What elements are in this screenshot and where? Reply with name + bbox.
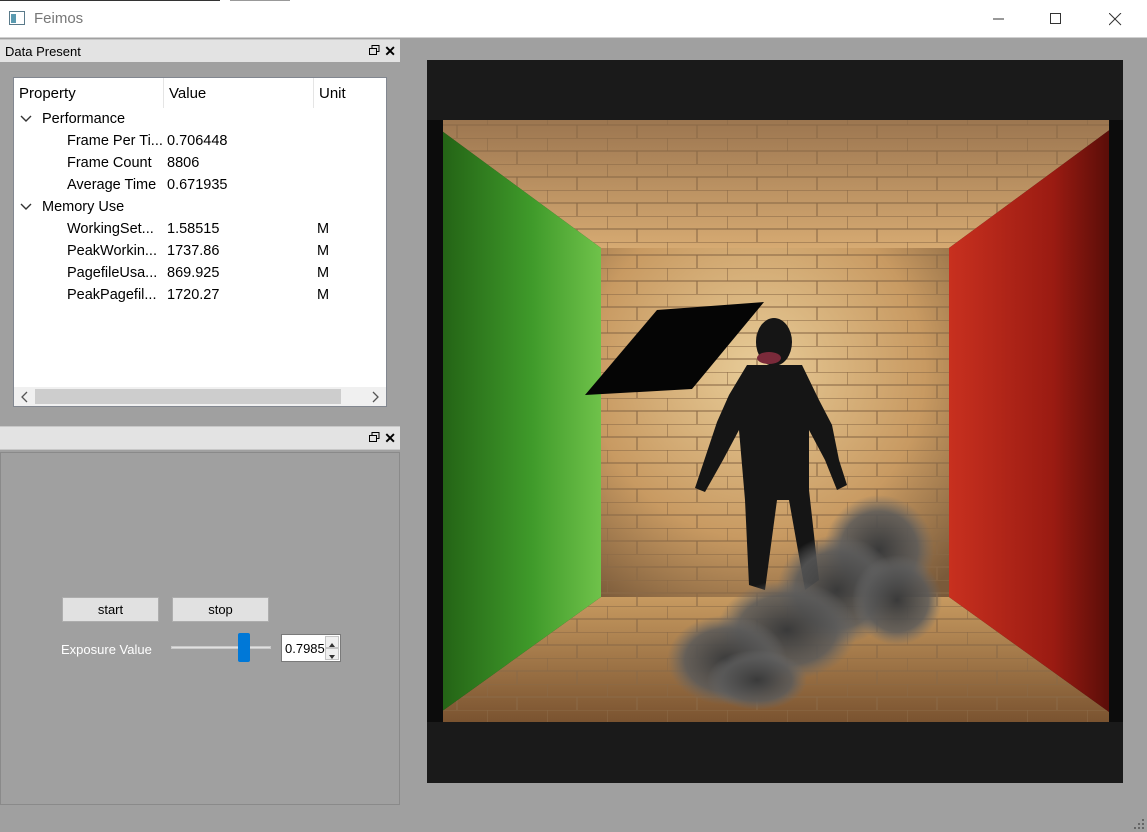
table-row[interactable]: Frame Count 8806 <box>14 153 386 175</box>
value-cell: 8806 <box>167 155 200 171</box>
property-cell: PeakPagefil... <box>67 287 157 303</box>
stop-button[interactable]: stop <box>172 597 269 622</box>
scrollbar-thumb[interactable] <box>35 389 341 404</box>
slider-track[interactable] <box>171 646 271 649</box>
column-header-value[interactable]: Value <box>169 85 206 102</box>
start-button[interactable]: start <box>62 597 159 622</box>
property-cell: Average Time <box>67 177 157 193</box>
control-panel-body: start stop Exposure Value 0.7985 <box>0 452 400 805</box>
slider-handle[interactable] <box>238 633 250 662</box>
data-panel-title-bar[interactable]: Data Present ✕ <box>0 39 400 63</box>
property-cell: Frame Count <box>67 155 152 171</box>
minimize-button[interactable] <box>970 0 1028 38</box>
tree-group-performance[interactable]: Performance <box>14 109 386 131</box>
horizontal-scrollbar[interactable] <box>14 387 386 406</box>
unit-cell: M <box>317 221 330 237</box>
property-tree[interactable]: Property Value Unit Performance Frame Pe… <box>13 77 387 407</box>
close-button[interactable] <box>1086 0 1144 38</box>
data-panel-body: Property Value Unit Performance Frame Pe… <box>0 62 400 420</box>
value-cell: 869.925 <box>167 265 220 281</box>
column-separator[interactable] <box>313 78 314 108</box>
data-panel-close-icon[interactable]: ✕ <box>384 43 396 59</box>
close-icon <box>1108 12 1121 25</box>
property-cell: PagefileUsa... <box>67 265 158 281</box>
exposure-value[interactable]: 0.7985 <box>285 641 325 656</box>
scroll-right-icon[interactable] <box>368 390 382 404</box>
value-cell: 1.58515 <box>167 221 220 237</box>
property-cell: PeakWorkin... <box>67 243 157 259</box>
title-bar-edge-2 <box>230 0 290 1</box>
table-row[interactable]: WorkingSet... 1.58515 M <box>14 219 386 241</box>
control-panel-title-bar[interactable]: ✕ <box>0 426 400 450</box>
table-row[interactable]: Frame Per Ti... 0.706448 <box>14 131 386 153</box>
tree-group-memory-use[interactable]: Memory Use <box>14 197 386 219</box>
table-row[interactable]: PeakPagefil... 1720.27 M <box>14 285 386 307</box>
minimize-icon <box>993 18 1004 20</box>
chevron-down-icon[interactable] <box>20 114 32 124</box>
title-bar-edge <box>0 0 220 1</box>
float-icon[interactable] <box>369 432 380 443</box>
chevron-down-icon[interactable] <box>20 202 32 212</box>
value-cell: 0.706448 <box>167 133 228 149</box>
rendered-scene-image <box>427 60 1123 783</box>
window-app-icon <box>9 11 25 25</box>
maximize-icon <box>1050 13 1061 24</box>
scroll-left-icon[interactable] <box>18 390 32 404</box>
property-cell: WorkingSet... <box>67 221 154 237</box>
render-viewport[interactable] <box>427 60 1123 783</box>
maximize-button[interactable] <box>1027 0 1085 38</box>
exposure-slider[interactable] <box>171 633 271 663</box>
column-header-unit[interactable]: Unit <box>319 85 346 102</box>
window-title: Feimos <box>34 10 84 27</box>
column-header-property[interactable]: Property <box>19 85 76 102</box>
spin-up-button[interactable] <box>325 636 339 648</box>
window-title-bar: Feimos <box>0 0 1147 38</box>
unit-cell: M <box>317 243 330 259</box>
value-cell: 1720.27 <box>167 287 220 303</box>
property-cell: Frame Per Ti... <box>67 133 163 149</box>
exposure-spinbox[interactable]: 0.7985 <box>281 634 341 662</box>
unit-cell: M <box>317 265 330 281</box>
resize-grip-icon[interactable] <box>1133 818 1145 830</box>
value-cell: 0.671935 <box>167 177 228 193</box>
float-icon[interactable] <box>369 45 380 56</box>
table-row[interactable]: Average Time 0.671935 <box>14 175 386 197</box>
exposure-label: Exposure Value <box>61 642 152 657</box>
column-separator[interactable] <box>163 78 164 108</box>
unit-cell: M <box>317 287 330 303</box>
spin-down-button[interactable] <box>325 648 339 660</box>
arrow-down-icon <box>329 655 335 659</box>
table-row[interactable]: PeakWorkin... 1737.86 M <box>14 241 386 263</box>
table-row[interactable]: PagefileUsa... 869.925 M <box>14 263 386 285</box>
group-label: Performance <box>42 111 126 127</box>
tree-header: Property Value Unit <box>14 78 386 108</box>
group-label: Memory Use <box>42 199 125 215</box>
value-cell: 1737.86 <box>167 243 220 259</box>
data-panel-title: Data Present <box>5 44 81 59</box>
control-panel-close-icon[interactable]: ✕ <box>384 430 396 446</box>
